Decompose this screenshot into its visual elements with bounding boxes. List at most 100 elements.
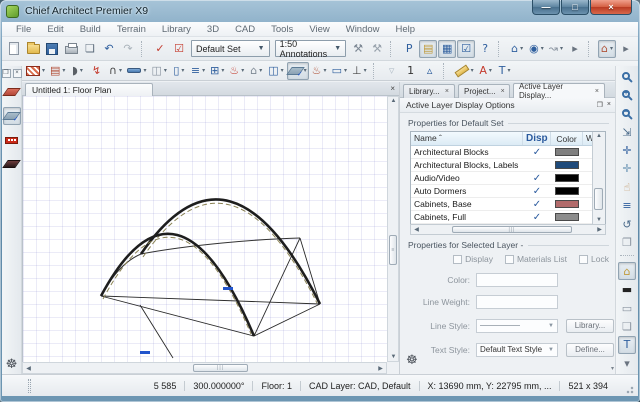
floor-down-icon[interactable]: ▿ xyxy=(383,62,401,80)
floor-plan-canvas[interactable] xyxy=(22,96,387,362)
menu-item-library[interactable]: Library xyxy=(154,24,199,35)
project-panel-toggle-icon[interactable]: ▦ xyxy=(438,40,456,58)
scroll-left-icon[interactable]: ◀ xyxy=(23,365,34,372)
layer-sheets-icon[interactable]: ≡ xyxy=(618,197,636,214)
window2-tools-icon[interactable]: ◫▾ xyxy=(266,62,285,80)
menu-item-3d[interactable]: 3D xyxy=(199,24,227,35)
column-header-disp[interactable]: Disp xyxy=(523,132,551,145)
side-tab-library[interactable]: Library...× xyxy=(403,84,455,98)
railing-tools-icon[interactable]: ▤▾ xyxy=(48,62,67,80)
floor-up-icon[interactable]: ▵ xyxy=(421,62,439,80)
color-swatch[interactable] xyxy=(555,200,579,208)
layer-display-toggle-icon[interactable]: ☑ xyxy=(457,40,475,58)
color-swatch[interactable] xyxy=(555,174,579,182)
checkbox-box[interactable] xyxy=(505,255,514,264)
door-arch-tools-icon[interactable]: ⌂▾ xyxy=(247,62,265,80)
menu-item-file[interactable]: File xyxy=(8,24,39,35)
canvas-vertical-scrollbar[interactable]: ▲ ≡ ▼ xyxy=(387,96,399,362)
close-button[interactable]: × xyxy=(590,0,632,15)
tab-close-icon[interactable]: × xyxy=(501,88,505,95)
annotation-scale-select[interactable]: 1:50 Annotations ▼ xyxy=(275,40,347,57)
scroll-right-icon[interactable]: ▶ xyxy=(375,365,386,372)
table-row[interactable]: Auto Dormers✓ xyxy=(411,185,605,198)
document-tab[interactable]: Untitled 1: Floor Plan xyxy=(25,83,153,96)
color-swatch[interactable] xyxy=(555,161,579,169)
menu-item-terrain[interactable]: Terrain xyxy=(109,24,154,35)
wrench-check-icon[interactable]: ⚒ xyxy=(349,40,367,58)
scroll-down-icon[interactable]: ▼ xyxy=(593,217,605,223)
library-button[interactable]: Library... xyxy=(566,319,614,333)
stair-tools-icon[interactable]: ≡▾ xyxy=(189,62,207,80)
preview-sheet-icon[interactable]: ❏ xyxy=(618,318,636,335)
default-set-select[interactable]: Default Set ▼ xyxy=(191,40,270,57)
scroll-up-icon[interactable]: ▲ xyxy=(388,98,399,104)
cabinet-tools-icon[interactable]: ◫▾ xyxy=(149,62,168,80)
dimension-tools-icon[interactable]: ▾ xyxy=(125,62,148,80)
table-vscroll-thumb[interactable] xyxy=(594,188,603,210)
rightbar-overflow-icon[interactable]: ▾ xyxy=(618,355,636,372)
fill-window-building-icon[interactable]: ✛ xyxy=(618,160,636,177)
render-technique-icon[interactable]: ⌂▾ xyxy=(598,40,616,58)
scroll-up-icon[interactable]: ▲ xyxy=(593,133,605,139)
render-camera-icon[interactable]: ◉▾ xyxy=(527,40,546,58)
pan-window-icon[interactable]: ☝ xyxy=(618,179,636,196)
roof-dark-icon[interactable] xyxy=(3,155,21,173)
table-vertical-scrollbar[interactable]: ▲▼ xyxy=(592,132,605,224)
door-tools-icon[interactable]: ▯▾ xyxy=(170,62,188,80)
table-row[interactable]: Audio/Video✓ xyxy=(411,172,605,185)
display-check[interactable]: ✓ xyxy=(523,199,551,210)
undo-icon[interactable]: ↶ xyxy=(100,40,118,58)
checkbox-box[interactable] xyxy=(453,255,462,264)
display-objects-check-icon[interactable]: ✓ xyxy=(151,40,169,58)
close-panel-icon[interactable]: × xyxy=(13,69,22,78)
table-row[interactable]: Cabinets, Base✓ xyxy=(411,198,605,211)
canvas-horizontal-scrollbar[interactable]: ◀ ||| ▶ xyxy=(22,362,387,374)
scroll-right-icon[interactable]: ▶ xyxy=(594,226,605,233)
maximize-button[interactable]: □ xyxy=(561,0,589,15)
display-check[interactable]: ✓ xyxy=(523,212,551,223)
copy-view-icon[interactable]: ❐ xyxy=(618,234,636,251)
roof-plane-icon[interactable] xyxy=(3,83,21,101)
define-button[interactable]: Define... xyxy=(566,343,614,357)
roof-badge-icon[interactable] xyxy=(3,131,21,149)
wrench-icon[interactable]: ⚒ xyxy=(368,40,386,58)
open-plan-icon[interactable] xyxy=(24,40,42,58)
menu-item-window[interactable]: Window xyxy=(338,24,388,35)
layer-eye-icon[interactable]: ▬ xyxy=(618,281,636,298)
horizontal-scroll-thumb[interactable]: ||| xyxy=(193,364,248,372)
help-icon[interactable]: ? xyxy=(476,40,494,58)
leader-line-tools-icon[interactable]: T▾ xyxy=(496,62,514,80)
text-style-select[interactable]: Default Text Style ▼ xyxy=(476,343,558,357)
checkbox-materials-list[interactable]: Materials List xyxy=(505,254,567,264)
checkbox-lock[interactable]: Lock xyxy=(579,254,609,264)
swap-views-icon[interactable]: ↺ xyxy=(618,216,636,233)
display-check[interactable]: ✓ xyxy=(523,173,551,184)
side-tab-project[interactable]: Project...× xyxy=(458,84,510,98)
display-check[interactable]: ✓ xyxy=(523,147,551,158)
active-layer-options-icon[interactable]: ⌂ xyxy=(618,262,636,279)
layer-check-icon[interactable]: ☑ xyxy=(170,40,188,58)
project-browser-icon[interactable]: P xyxy=(400,40,418,58)
menu-item-build[interactable]: Build xyxy=(72,24,109,35)
color-swatch[interactable] xyxy=(555,148,579,156)
save-plan-icon[interactable] xyxy=(43,40,61,58)
zoom-out-icon[interactable]: − xyxy=(618,105,636,122)
table-row[interactable]: Architectural Blocks, Labels xyxy=(411,159,605,172)
checkbox-display[interactable]: Display xyxy=(453,254,493,264)
menu-item-cad[interactable]: CAD xyxy=(227,24,263,35)
close-panel-icon[interactable]: × xyxy=(607,101,611,109)
arc-tools-icon[interactable]: ∩▾ xyxy=(106,62,124,80)
menu-item-help[interactable]: Help xyxy=(388,24,424,35)
fireplace2-tools-icon[interactable]: ♨▾ xyxy=(310,62,329,80)
settings-gear-icon[interactable]: ☸ xyxy=(406,352,418,368)
print-preview-icon[interactable]: ❏ xyxy=(81,40,99,58)
rectangle-select-icon[interactable]: ▭ xyxy=(618,299,636,316)
curved-wall-tools-icon[interactable]: ◗▾ xyxy=(68,62,86,80)
print-icon[interactable] xyxy=(62,40,80,58)
resize-grip[interactable] xyxy=(626,384,636,394)
text-tools-icon[interactable]: A▾ xyxy=(477,62,495,80)
scroll-down-icon[interactable]: ▼ xyxy=(388,354,399,360)
menu-item-tools[interactable]: Tools xyxy=(263,24,301,35)
zoom-in-icon[interactable]: + xyxy=(618,86,636,103)
table-row[interactable]: Architectural Blocks✓ xyxy=(411,146,605,159)
